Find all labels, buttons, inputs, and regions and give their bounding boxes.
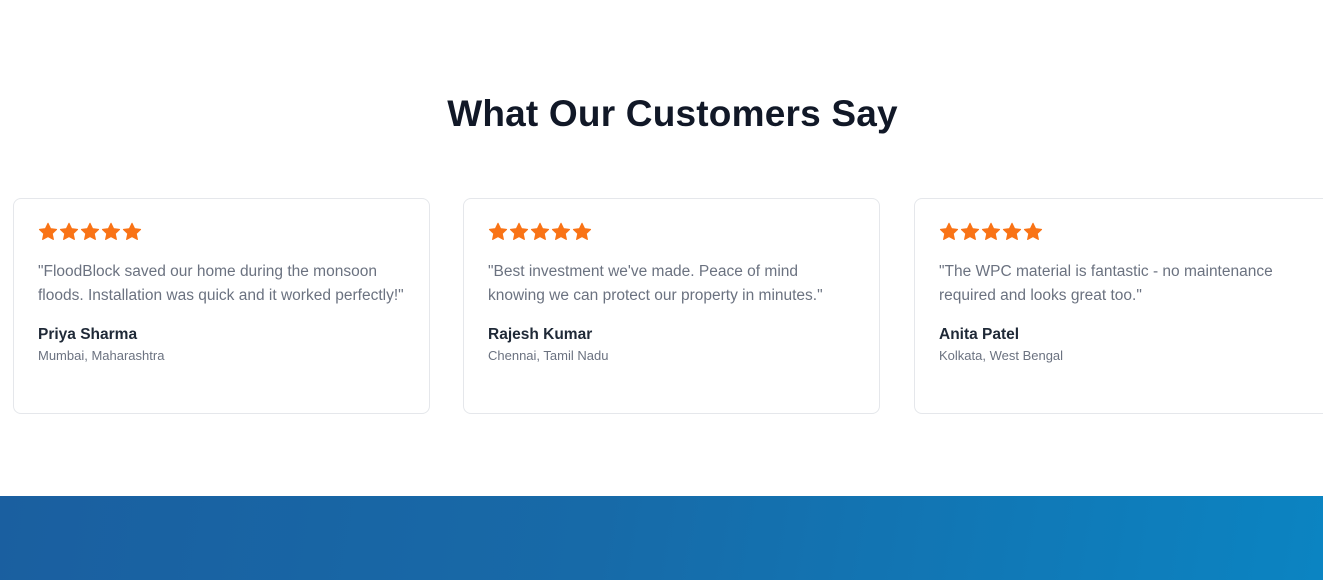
testimonial-location: Mumbai, Maharashtra [38, 348, 165, 363]
star-icon [939, 222, 959, 240]
testimonial-author: Anita Patel [939, 326, 1020, 343]
star-icon [1002, 222, 1022, 240]
testimonial-card: "FloodBlock saved our home during the mo… [13, 198, 430, 414]
star-icon [551, 222, 571, 240]
testimonial-location: Chennai, Tamil Nadu [488, 348, 609, 363]
testimonial-card: "Best investment we've made. Peace of mi… [463, 198, 880, 414]
testimonial-author: Rajesh Kumar [488, 326, 593, 343]
star-icon [59, 222, 79, 240]
testimonial-quote: "FloodBlock saved our home during the mo… [38, 263, 404, 304]
star-icon [1023, 222, 1043, 240]
testimonial-author: Priya Sharma [38, 326, 138, 343]
testimonials-page: What Our Customers Say "FloodBlock saved… [0, 0, 1323, 580]
star-icon [960, 222, 980, 240]
star-rating [38, 221, 405, 243]
star-rating [939, 221, 1306, 243]
testimonial-quote: "Best investment we've made. Peace of mi… [488, 263, 823, 304]
star-icon [80, 222, 100, 240]
cta-band-background [0, 496, 1323, 580]
testimonial-location: Kolkata, West Bengal [939, 348, 1064, 363]
star-icon [38, 222, 58, 240]
testimonial-quote: "The WPC material is fantastic - no main… [939, 263, 1273, 304]
star-rating [488, 221, 855, 243]
star-icon [122, 222, 142, 240]
section-title: What Our Customers Say [447, 93, 898, 134]
star-icon [509, 222, 529, 240]
star-icon [572, 222, 592, 240]
star-icon [981, 222, 1001, 240]
star-icon [530, 222, 550, 240]
testimonial-card: "The WPC material is fantastic - no main… [914, 198, 1323, 414]
star-icon [101, 222, 121, 240]
star-icon [488, 222, 508, 240]
